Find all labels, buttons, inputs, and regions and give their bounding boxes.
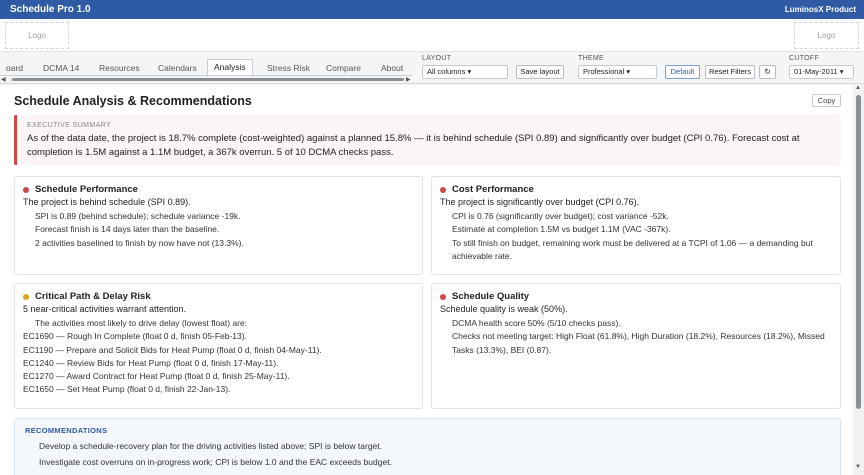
schedule-quality-card: Schedule Quality Schedule quality is wea… <box>431 283 841 409</box>
card-title: Schedule Performance <box>35 184 138 195</box>
chevron-down-icon: ▾ <box>626 67 631 76</box>
executive-summary: EXECUTIVE SUMMARY As of the data date, t… <box>14 115 841 165</box>
app-title: Schedule Pro 1.0 <box>10 4 91 15</box>
list-item: EC1190 — Prepare and Solicit Bids for He… <box>23 344 322 355</box>
page-title: Schedule Analysis & Recommendations <box>14 94 252 108</box>
default-button[interactable]: Default <box>665 65 700 79</box>
scroll-left-icon[interactable]: ◀ <box>1 76 6 83</box>
list-item: Investigate cost overruns on in-progress… <box>39 457 392 467</box>
scroll-up-icon[interactable]: ▲ <box>855 85 861 91</box>
tab-scrollbar[interactable]: ◀ ▶ <box>0 77 412 83</box>
schedule-performance-card: Schedule Performance The project is behi… <box>14 176 423 275</box>
chevron-down-icon: ▾ <box>839 67 844 76</box>
card-title: Cost Performance <box>452 184 534 195</box>
tab-dcma14[interactable]: DCMA 14 <box>43 60 79 75</box>
cutoff-label: CUTOFF <box>789 55 820 62</box>
vertical-scrollbar[interactable]: ▲ ▼ <box>853 85 864 475</box>
list-item: To still finish on budget, remaining wor… <box>452 237 813 261</box>
layout-label: LAYOUT <box>422 55 452 62</box>
layout-select[interactable]: All columns ▾ <box>422 65 508 79</box>
card-summary: The project is behind schedule (SPI 0.89… <box>23 197 191 207</box>
copy-button[interactable]: Copy <box>812 94 841 107</box>
analysis-panel: Schedule Analysis & Recommendations Copy… <box>0 85 853 475</box>
scroll-down-icon[interactable]: ▼ <box>855 464 861 470</box>
theme-select[interactable]: Professional ▾ <box>578 65 657 79</box>
card-title: Schedule Quality <box>452 291 530 302</box>
tab-analysis[interactable]: Analysis <box>207 59 253 75</box>
recommendations: RECOMMENDATIONS Develop a schedule-recov… <box>14 418 841 475</box>
cost-performance-card: Cost Performance The project is signific… <box>431 176 841 275</box>
list-item: 2 activities baselined to finish by now … <box>35 237 244 248</box>
tab-resources[interactable]: Resources <box>99 60 140 75</box>
theme-label: THEME <box>578 55 604 62</box>
list-item: CPI is 0.76 (significantly over budget);… <box>452 211 669 221</box>
tab-stress-risk[interactable]: Stress Risk <box>267 60 310 75</box>
card-title: Critical Path & Delay Risk <box>35 291 151 302</box>
list-item: EC1650 — Set Heat Pump (float 0 d, finis… <box>23 384 231 395</box>
status-dot-red <box>440 293 446 300</box>
recommendations-label: RECOMMENDATIONS <box>25 426 108 435</box>
list-item: DCMA health score 50% (5/10 checks pass)… <box>452 318 621 328</box>
logo-bar: Logo Logo <box>0 19 864 52</box>
save-layout-button[interactable]: Save layout <box>516 65 564 79</box>
status-dot-amber <box>23 293 29 300</box>
tab-about[interactable]: About <box>381 60 403 75</box>
executive-summary-label: EXECUTIVE SUMMARY <box>27 122 112 129</box>
status-dot-red <box>440 186 446 193</box>
chevron-down-icon: ▾ <box>467 67 472 76</box>
list-item: Forecast finish is 14 days later than th… <box>35 224 220 235</box>
tab-compare[interactable]: Compare <box>326 60 361 75</box>
tab-scroll-thumb[interactable] <box>12 78 404 81</box>
brand-label: LuminosX Product <box>784 5 856 14</box>
critical-path-card: Critical Path & Delay Risk 5 near-critic… <box>14 283 423 409</box>
executive-summary-text: As of the data date, the project is 18.7… <box>27 133 800 158</box>
tab-calendars[interactable]: Calendars <box>158 60 197 75</box>
vertical-scroll-thumb[interactable] <box>856 95 861 409</box>
tab-strip: oard DCMA 14 Resources Calendars Analysi… <box>0 58 412 76</box>
card-summary: 5 near-critical activities warrant atten… <box>23 304 187 314</box>
list-item: SPI is 0.89 (behind schedule); schedule … <box>35 211 241 221</box>
refresh-icon[interactable]: ↻ <box>759 65 776 79</box>
tab-dashboard[interactable]: oard <box>6 60 23 75</box>
list-intro: The activities most likely to drive dela… <box>35 318 248 328</box>
card-summary: Schedule quality is weak (50%). <box>440 304 568 314</box>
reset-filters-button[interactable]: Reset Filters <box>705 65 755 79</box>
cutoff-select[interactable]: 01-May-2011 ▾ <box>789 65 854 79</box>
card-summary: The project is significantly over budget… <box>440 197 640 207</box>
title-bar: Schedule Pro 1.0 LuminosX Product <box>0 0 864 19</box>
logo-right: Logo <box>794 22 859 49</box>
list-item: Checks not meeting target: High Float (6… <box>452 331 825 355</box>
logo-left: Logo <box>5 22 69 49</box>
list-item: Develop a schedule-recovery plan for the… <box>39 441 383 451</box>
list-item: EC1690 — Rough In Complete (float 0 d, f… <box>23 331 247 342</box>
scroll-right-icon[interactable]: ▶ <box>406 76 411 83</box>
toolbar: oard DCMA 14 Resources Calendars Analysi… <box>0 52 864 84</box>
status-dot-red <box>23 186 29 193</box>
list-item: EC1240 — Review Bids for Heat Pump (floa… <box>23 357 279 368</box>
list-item: EC1270 — Award Contract for Heat Pump (f… <box>23 371 290 382</box>
list-item: Estimate at completion 1.5M vs budget 1.… <box>452 224 671 235</box>
